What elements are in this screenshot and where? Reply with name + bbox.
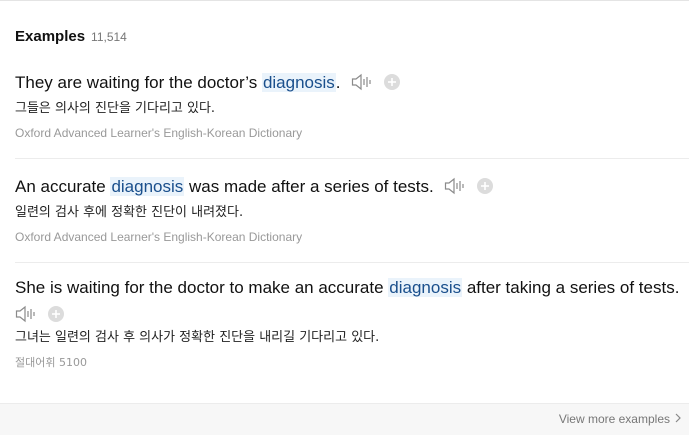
example-source[interactable]: 절대어휘 5100 [15, 355, 689, 370]
example-source[interactable]: Oxford Advanced Learner's English-Korean… [15, 126, 689, 141]
example-sentence: An accurate diagnosis was made after a s… [15, 176, 689, 198]
example-sentence: She is waiting for the doctor to make an… [15, 277, 689, 299]
example-source[interactable]: Oxford Advanced Learner's English-Korean… [15, 230, 689, 245]
chevron-right-icon [675, 412, 681, 426]
examples-header: Examples 11,514 [15, 28, 127, 45]
sentence-text: She is waiting for the doctor to make an… [15, 278, 389, 297]
view-more-link[interactable]: View more examples [559, 412, 681, 426]
keyword-highlight[interactable]: diagnosis [261, 73, 336, 92]
footer-bar: View more examples [0, 403, 689, 435]
speaker-icon[interactable] [444, 177, 466, 195]
keyword-highlight[interactable]: diagnosis [110, 177, 185, 196]
examples-count: 11,514 [91, 30, 127, 44]
example-translation: 그들은 의사의 진단을 기다리고 있다. [15, 101, 216, 116]
view-more-label[interactable]: View more examples [559, 412, 670, 426]
add-icon[interactable] [383, 73, 401, 91]
add-icon[interactable] [476, 177, 494, 195]
keyword-highlight[interactable]: diagnosis [388, 278, 463, 297]
sentence-text: An accurate [15, 177, 111, 196]
add-icon[interactable] [47, 305, 65, 323]
example-translation: 그녀는 일련의 검사 후 의사가 정확한 진단을 내리길 기다리고 있다. [15, 330, 380, 345]
example-actions [15, 305, 689, 323]
divider [15, 262, 689, 263]
example-item: She is waiting for the doctor to make an… [15, 277, 689, 370]
examples-title: Examples [15, 28, 86, 45]
example-translation: 일련의 검사 후에 정확한 진단이 내려졌다. [15, 205, 244, 220]
sentence-text: They are waiting for the doctor’s [15, 73, 262, 92]
example-item: An accurate diagnosis was made after a s… [15, 176, 689, 245]
sentence-text: was made after a series of tests. [184, 177, 434, 196]
speaker-icon[interactable] [15, 305, 37, 323]
sentence-text: after taking a series of tests. [462, 278, 680, 297]
example-sentence: They are waiting for the doctor’s diagno… [15, 72, 689, 94]
top-divider [0, 0, 689, 1]
divider [15, 158, 689, 159]
example-actions [444, 177, 494, 195]
sentence-text: . [335, 73, 341, 92]
speaker-icon[interactable] [351, 73, 373, 91]
example-item: They are waiting for the doctor’s diagno… [15, 72, 689, 141]
example-actions [351, 73, 401, 91]
